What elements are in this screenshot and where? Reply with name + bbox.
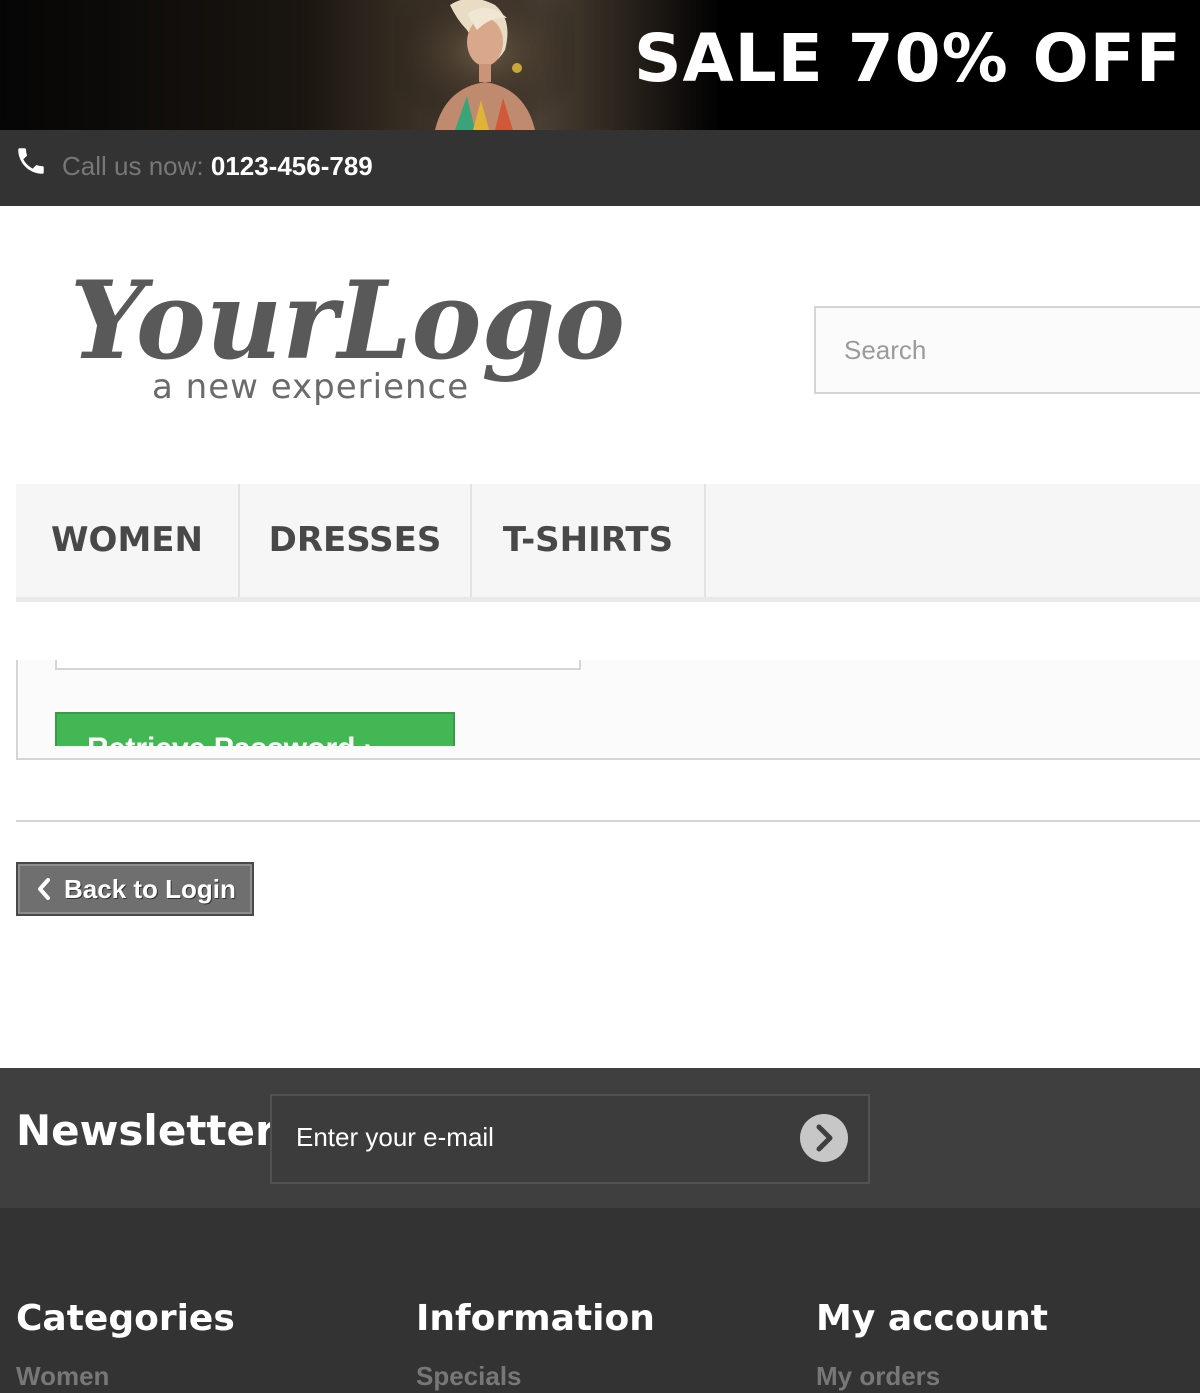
footer-my-account: My account My orders xyxy=(816,1298,1048,1392)
password-form-box: Retrieve Password › xyxy=(16,660,1200,760)
divider xyxy=(16,820,1200,822)
footer-heading-categories: Categories xyxy=(16,1298,235,1339)
call-us-label: Call us now: xyxy=(62,151,211,181)
newsletter-field xyxy=(270,1094,870,1184)
form-box-bottom xyxy=(18,746,1200,758)
newsletter-block: Newsletter xyxy=(0,1068,1200,1208)
submit-arrow-icon[interactable] xyxy=(798,1112,850,1164)
email-field[interactable] xyxy=(55,660,581,670)
footer: Categories Women Information Specials My… xyxy=(0,1208,1200,1393)
site-logo[interactable]: YourLogo a new experience xyxy=(66,250,636,420)
menu-item-t-shirts[interactable]: T-SHIRTS xyxy=(472,484,706,597)
search-input[interactable] xyxy=(814,306,1200,394)
footer-categories: Categories Women xyxy=(16,1298,235,1392)
footer-link-specials[interactable]: Specials xyxy=(416,1361,655,1392)
model-photo xyxy=(395,0,575,130)
footer-heading-my-account: My account xyxy=(816,1298,1048,1339)
logo-brand: YourLogo xyxy=(70,258,625,384)
chevron-left-icon xyxy=(38,878,50,900)
main-menu: WOMEN DRESSES T-SHIRTS xyxy=(16,484,1200,602)
logo-tagline: a new experience xyxy=(152,367,469,407)
menu-item-dresses[interactable]: DRESSES xyxy=(240,484,472,597)
back-to-login-label: Back to Login xyxy=(64,874,236,904)
newsletter-title: Newsletter xyxy=(16,1106,276,1155)
back-to-login-button[interactable]: Back to Login xyxy=(16,862,254,916)
call-us-text: Call us now: 0123-456-789 xyxy=(62,151,373,182)
promo-banner[interactable]: SALE 70% OFF AL xyxy=(0,0,1200,130)
menu-item-women[interactable]: WOMEN xyxy=(16,484,240,597)
contact-bar: Call us now: 0123-456-789 xyxy=(0,130,1200,206)
footer-heading-information: Information xyxy=(416,1298,655,1339)
phone-number: 0123-456-789 xyxy=(210,151,373,181)
footer-information: Information Specials xyxy=(416,1298,655,1392)
footer-link-my-orders[interactable]: My orders xyxy=(816,1361,1048,1392)
sale-headline: SALE 70% OFF AL xyxy=(634,20,1200,97)
phone-icon xyxy=(18,148,44,174)
footer-link-women[interactable]: Women xyxy=(16,1361,235,1392)
newsletter-email-input[interactable] xyxy=(296,1122,776,1153)
